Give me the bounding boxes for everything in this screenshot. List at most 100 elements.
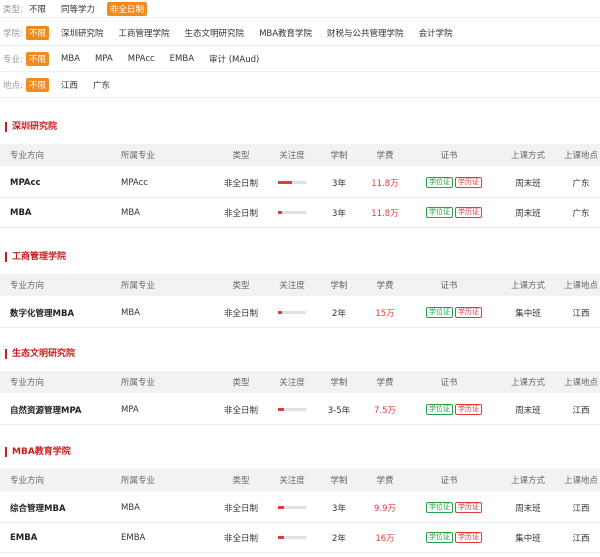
filter-label-location: 地点: [3, 80, 23, 91]
filter-option-location[interactable]: 广东 [90, 78, 113, 92]
program-duration: 2年 [332, 308, 346, 319]
degree-cert-badge: 学位证 [426, 207, 453, 218]
program-major: MBA [121, 307, 140, 318]
program-direction[interactable]: EMBA [10, 523, 37, 552]
program-major: EMBA [121, 532, 146, 543]
filter-option-school[interactable]: 工商管理学院 [116, 26, 173, 40]
filter-row-type: 类型: 不限 同等学力 非全日制 [0, 0, 600, 18]
header-direction: 专业方向 [10, 378, 45, 388]
cert-tags: 学位证 学历证 [426, 395, 486, 424]
table-row[interactable]: MBA MBA 非全日制 3年 11.8万 学位证 学历证 周末班 广东 [0, 198, 600, 228]
class-mode: 周末班 [515, 503, 541, 514]
cert-tags: 学位证 学历证 [426, 523, 486, 552]
program-direction[interactable]: MBA [10, 198, 32, 227]
header-cert: 证书 [440, 378, 458, 388]
table-row[interactable]: EMBA EMBA 非全日制 2年 16万 学位证 学历证 集中班 江西 [0, 523, 600, 553]
program-duration: 3年 [332, 178, 346, 189]
header-attention: 关注度 [279, 151, 305, 161]
filter-option-school[interactable]: 生态文明研究院 [182, 26, 248, 40]
program-direction[interactable]: 数字化管理MBA [10, 298, 74, 327]
program-direction[interactable]: MPAcc [10, 168, 41, 197]
class-mode: 集中班 [515, 533, 541, 544]
table-row[interactable]: MPAcc MPAcc 非全日制 3年 11.8万 学位证 学历证 周末班 广东 [0, 168, 600, 198]
header-location: 上课地点 [563, 378, 598, 388]
attention-cell [272, 198, 312, 227]
filter-option-major[interactable]: MBA [58, 53, 83, 65]
attention-cell [272, 298, 312, 327]
program-type: 非全日制 [223, 208, 258, 219]
diploma-cert-badge: 学历证 [455, 307, 482, 318]
attention-cell [272, 493, 312, 522]
filter-option-major[interactable]: MPA [92, 53, 116, 65]
cert-tags: 学位证 学历证 [426, 298, 486, 327]
degree-cert-badge: 学位证 [426, 502, 453, 513]
program-duration: 3年 [332, 503, 346, 514]
filter-option-major[interactable]: 不限 [26, 51, 50, 66]
program-direction[interactable]: 自然资源管理MPA [10, 395, 82, 424]
header-cert: 证书 [440, 151, 458, 161]
cert-tags: 学位证 学历证 [426, 198, 486, 227]
filter-option-school[interactable]: 会计学院 [416, 26, 456, 40]
program-type: 非全日制 [223, 178, 258, 189]
filter-option-major[interactable]: EMBA [167, 53, 197, 65]
class-mode: 周末班 [515, 178, 541, 189]
attention-cell [272, 395, 312, 424]
filter-option-type[interactable]: 同等学力 [58, 2, 98, 16]
filter-option-location[interactable]: 江西 [58, 78, 81, 92]
table-row[interactable]: 综合管理MBA MBA 非全日制 3年 9.9万 学位证 学历证 周末班 江西 [0, 493, 600, 523]
diploma-cert-badge: 学历证 [455, 502, 482, 513]
table-header: 专业方向 所属专业 类型 关注度 学制 学费 证书 上课方式 上课地点 [0, 144, 600, 166]
section-title: 深圳研究院 [5, 122, 57, 132]
header-direction: 专业方向 [10, 476, 45, 486]
filter-option-location[interactable]: 不限 [26, 77, 50, 92]
header-attention: 关注度 [279, 476, 305, 486]
program-fee: 7.5万 [373, 405, 397, 416]
header-type: 类型 [232, 281, 250, 291]
filter-label-major: 专业: [3, 54, 23, 65]
filter-option-type[interactable]: 非全日制 [107, 1, 148, 16]
degree-cert-badge: 学位证 [426, 532, 453, 543]
attention-bar [278, 408, 306, 411]
filter-option-school[interactable]: MBA教育学院 [256, 26, 315, 40]
attention-fill [278, 506, 284, 509]
program-direction[interactable]: 综合管理MBA [10, 493, 66, 522]
program-type: 非全日制 [223, 308, 258, 319]
degree-cert-badge: 学位证 [426, 177, 453, 188]
program-fee: 9.9万 [373, 503, 397, 514]
attention-cell [272, 523, 312, 552]
header-type: 类型 [232, 476, 250, 486]
class-location: 江西 [572, 503, 590, 514]
table-row[interactable]: 数字化管理MBA MBA 非全日制 2年 15万 学位证 学历证 集中班 江西 [0, 298, 600, 328]
filter-option-major[interactable]: 审计 (MAud) [206, 52, 262, 66]
class-location: 广东 [572, 178, 590, 189]
filter-option-school[interactable]: 深圳研究院 [58, 26, 107, 40]
diploma-cert-badge: 学历证 [455, 404, 482, 415]
class-location: 广东 [572, 208, 590, 219]
program-duration: 3年 [332, 208, 346, 219]
header-duration: 学制 [330, 151, 348, 161]
header-direction: 专业方向 [10, 151, 45, 161]
class-mode: 周末班 [515, 208, 541, 219]
filter-option-major[interactable]: MPAcc [125, 53, 158, 65]
filter-row-location: 地点: 不限 江西 广东 [0, 72, 600, 98]
program-major: MPA [121, 404, 139, 415]
attention-bar [278, 506, 306, 509]
table-row[interactable]: 自然资源管理MPA MPA 非全日制 3-5年 7.5万 学位证 学历证 周末班 江西 [0, 395, 600, 425]
header-cert: 证书 [440, 476, 458, 486]
attention-fill [278, 211, 283, 214]
filter-row-school: 学院: 不限 深圳研究院 工商管理学院 生态文明研究院 MBA教育学院 财税与公共管理学院会… [0, 20, 600, 46]
filter-option-type[interactable]: 不限 [26, 2, 49, 16]
cert-tags: 学位证 学历证 [426, 493, 486, 522]
program-duration: 3-5年 [327, 405, 351, 416]
header-location: 上课地点 [563, 476, 598, 486]
header-mode: 上课方式 [510, 476, 545, 486]
filter-option-school[interactable]: 财税与公共管理学院 [324, 26, 407, 40]
header-duration: 学制 [330, 476, 348, 486]
diploma-cert-badge: 学历证 [455, 207, 482, 218]
attention-bar [278, 311, 306, 314]
attention-bar [278, 211, 306, 214]
attention-fill [278, 181, 292, 184]
filter-row-major: 专业: 不限 MBA MPA MPAcc EMBA 审计 (MAud) [0, 46, 600, 72]
filter-option-school[interactable]: 不限 [26, 25, 50, 40]
header-major: 所属专业 [121, 378, 156, 388]
